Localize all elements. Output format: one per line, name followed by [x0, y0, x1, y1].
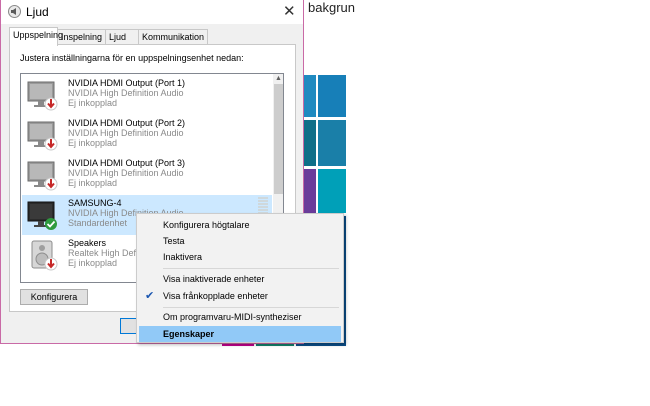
desktop-tile — [318, 75, 346, 117]
configure-button[interactable]: Konfigurera — [20, 289, 88, 305]
list-item[interactable]: NVIDIA HDMI Output (Port 3) NVIDIA High … — [22, 155, 272, 195]
speaker-icon — [8, 5, 21, 18]
window-title: Ljud — [26, 5, 49, 19]
desktop-tile — [318, 120, 346, 166]
device-name: SAMSUNG-4 — [68, 198, 122, 208]
device-name: Speakers — [68, 238, 107, 248]
menu-item-midi-about[interactable]: Om programvaru-MIDI-syntheziser — [139, 309, 341, 325]
menu-item-show-disabled[interactable]: Visa inaktiverade enheter — [139, 271, 341, 287]
device-status: Ej inkopplad — [68, 138, 118, 148]
device-status: Ej inkopplad — [68, 178, 118, 188]
device-status: Ej inkopplad — [68, 258, 118, 268]
device-driver: NVIDIA High Definition Audio — [68, 168, 184, 178]
scroll-up-icon[interactable]: ▲ — [275, 75, 282, 82]
device-driver: NVIDIA High Definition Audio — [68, 128, 184, 138]
tab-inspelning[interactable]: Inspelning — [57, 29, 106, 45]
instruction-text: Justera inställningarna för en uppspelni… — [20, 53, 244, 63]
list-item[interactable]: NVIDIA HDMI Output (Port 2) NVIDIA High … — [22, 115, 272, 155]
monitor-disconnected-icon — [27, 81, 58, 111]
menu-separator — [163, 268, 339, 269]
desktop-tile — [318, 169, 346, 213]
screen: { "background": { "partial_text": "bakgr… — [0, 0, 650, 406]
menu-item-test[interactable]: Testa — [139, 233, 341, 249]
scrollbar-thumb[interactable] — [274, 84, 283, 194]
device-name: NVIDIA HDMI Output (Port 3) — [68, 158, 186, 168]
tab-uppspelning[interactable]: Uppspelning — [9, 27, 63, 46]
device-name: NVIDIA HDMI Output (Port 2) — [68, 118, 186, 128]
close-icon[interactable]: ✕ — [283, 2, 296, 20]
device-driver: NVIDIA High Definition Audio — [68, 88, 184, 98]
menu-item-configure-speakers[interactable]: Konfigurera högtalare — [139, 217, 341, 233]
device-name: NVIDIA HDMI Output (Port 1) — [68, 78, 186, 88]
monitor-disconnected-icon — [27, 121, 58, 151]
monitor-default-icon — [27, 201, 57, 230]
menu-item-properties[interactable]: Egenskaper — [139, 326, 341, 342]
menu-item-show-disconnected[interactable]: ✔ Visa frånkopplade enheter — [139, 288, 341, 304]
menu-separator — [163, 307, 339, 308]
device-status: Ej inkopplad — [68, 98, 118, 108]
desktop-text: bakgrun — [308, 0, 355, 15]
monitor-disconnected-icon — [27, 161, 58, 191]
list-item[interactable]: NVIDIA HDMI Output (Port 1) NVIDIA High … — [22, 75, 272, 115]
menu-item-label: Visa frånkopplade enheter — [163, 291, 268, 301]
tab-kommunikation[interactable]: Kommunikation — [138, 29, 208, 45]
menu-item-disable[interactable]: Inaktivera — [139, 249, 341, 265]
context-menu: Konfigurera högtalare Testa Inaktivera V… — [136, 213, 344, 343]
speaker-disconnected-icon — [31, 240, 58, 271]
device-status: Standardenhet — [68, 218, 128, 228]
title-bar[interactable]: Ljud ✕ — [1, 0, 303, 24]
tab-ljud[interactable]: Ljud — [105, 29, 139, 45]
checkmark-icon: ✔ — [145, 290, 155, 302]
